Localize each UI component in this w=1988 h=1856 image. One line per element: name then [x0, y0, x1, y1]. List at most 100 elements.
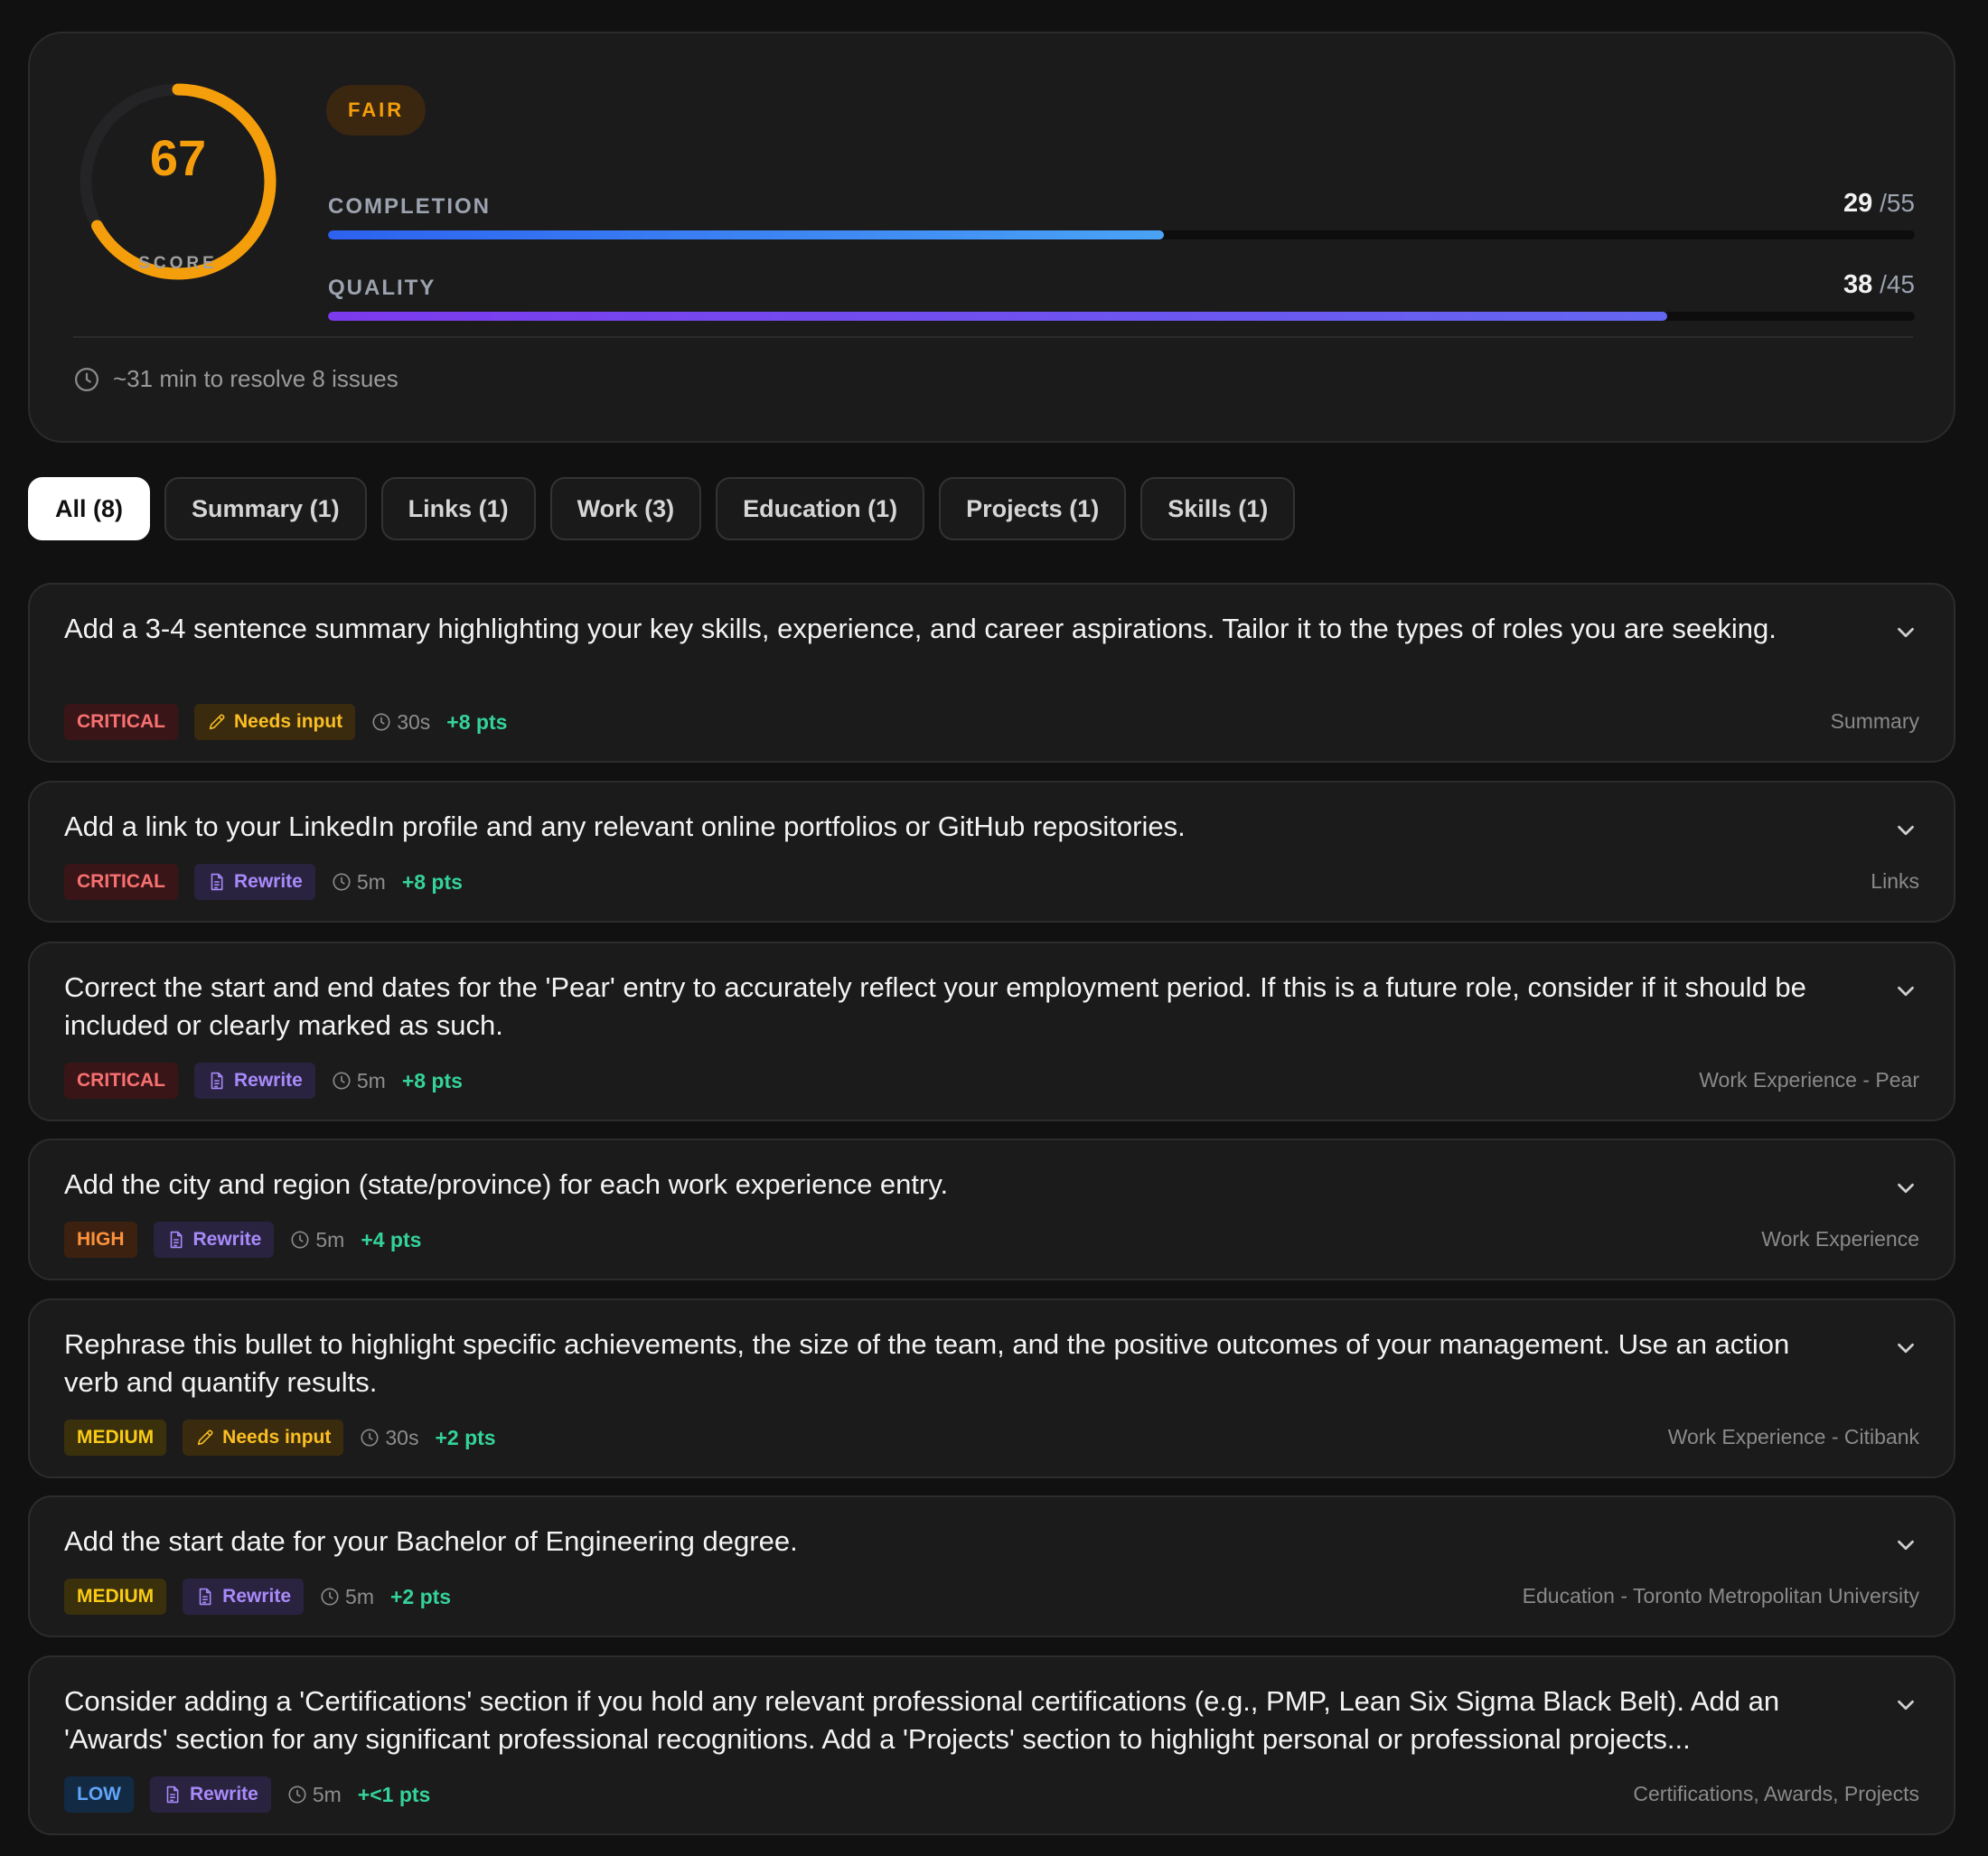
issue-text: Consider adding a 'Certifications' secti… — [64, 1685, 1780, 1755]
rewrite-badge[interactable]: Rewrite — [194, 864, 315, 900]
issue-text: Correct the start and end dates for the … — [64, 971, 1806, 1041]
completion-value: 29 /55 — [1843, 189, 1915, 218]
quality-label: QUALITY — [328, 276, 436, 300]
tab-projects[interactable]: Projects (1) — [939, 477, 1127, 540]
action-label: Rewrite — [189, 1784, 258, 1804]
quality-fill — [328, 312, 1668, 321]
completion-fill — [328, 230, 1165, 239]
chevron-down-icon — [1898, 1540, 1914, 1551]
divider — [73, 336, 1913, 338]
points-value: +2 pts — [435, 1425, 496, 1449]
section-label: Education - Toronto Metropolitan Univers… — [1522, 1584, 1919, 1608]
chevron-down-icon — [1898, 986, 1914, 997]
section-label: Work Experience - Pear — [1699, 1068, 1919, 1092]
severity-badge: MEDIUM — [64, 1579, 167, 1615]
tab-education[interactable]: Education (1) — [716, 477, 925, 540]
tab-work[interactable]: Work (3) — [549, 477, 702, 540]
resume-review-page: 67 SCORE FAIR COMPLETION 29 /55 QUALITY … — [0, 0, 1988, 1856]
chevron-down-icon — [1898, 1343, 1914, 1354]
issue-card[interactable]: Add a 3-4 sentence summary highlighting … — [28, 583, 1955, 763]
rewrite-badge[interactable]: Rewrite — [149, 1776, 271, 1813]
severity-badge: CRITICAL — [64, 864, 178, 900]
points-value: +4 pts — [361, 1227, 422, 1251]
score-card: 67 SCORE FAIR COMPLETION 29 /55 QUALITY … — [28, 32, 1955, 443]
issue-meta: CRITICAL Rewrite 5m +8 pts — [64, 1061, 463, 1101]
issue-card[interactable]: Add the start date for your Bachelor of … — [28, 1495, 1955, 1637]
quality-track — [328, 312, 1915, 321]
section-label: Certifications, Awards, Projects — [1633, 1782, 1919, 1805]
clock-icon — [321, 1588, 339, 1606]
rewrite-badge[interactable]: Rewrite — [153, 1222, 275, 1258]
issue-meta: HIGH Rewrite 5m +4 pts — [64, 1220, 421, 1260]
expand-button[interactable] — [1892, 1335, 1919, 1362]
expand-button[interactable] — [1892, 1532, 1919, 1559]
time-value: 5m — [356, 1068, 386, 1092]
severity-badge: MEDIUM — [64, 1420, 167, 1456]
issue-text: Add a 3-4 sentence summary highlighting … — [64, 613, 1777, 644]
tab-skills[interactable]: Skills (1) — [1140, 477, 1296, 540]
tab-all[interactable]: All (8) — [28, 477, 151, 540]
action-label: Rewrite — [192, 1229, 262, 1250]
tab-links[interactable]: Links (1) — [380, 477, 536, 540]
document-icon — [199, 1588, 211, 1606]
issue-card[interactable]: Add the city and region (state/province)… — [28, 1139, 1955, 1280]
score-value: 67 — [149, 129, 207, 186]
needs-input-badge[interactable]: Needs input — [183, 1420, 344, 1456]
expand-button[interactable] — [1892, 978, 1919, 1005]
issue-text: Add the start date for your Bachelor of … — [64, 1525, 798, 1557]
issue-card[interactable]: Consider adding a 'Certifications' secti… — [28, 1655, 1955, 1835]
document-icon — [211, 1072, 223, 1090]
issue-text: Add the city and region (state/province)… — [64, 1168, 949, 1200]
eta-row: ~31 min to resolve 8 issues — [73, 365, 399, 393]
needs-input-badge[interactable]: Needs input — [194, 704, 356, 740]
document-icon — [211, 873, 223, 891]
rewrite-badge[interactable]: Rewrite — [194, 1063, 315, 1099]
clock-icon — [291, 1231, 309, 1249]
time-value: 5m — [315, 1227, 345, 1251]
expand-button[interactable] — [1892, 619, 1919, 646]
grade-badge: FAIR — [326, 85, 427, 136]
time-value: 30s — [397, 709, 431, 734]
expand-button[interactable] — [1892, 817, 1919, 844]
time-estimate: 5m — [290, 1228, 344, 1252]
severity-badge: HIGH — [64, 1222, 137, 1258]
chevron-down-icon — [1898, 825, 1914, 836]
expand-button[interactable] — [1892, 1692, 1919, 1719]
issue-card[interactable]: Correct the start and end dates for the … — [28, 942, 1955, 1121]
rewrite-badge[interactable]: Rewrite — [183, 1579, 305, 1615]
issue-meta: LOW Rewrite 5m +<1 pts — [64, 1775, 430, 1814]
score-ring: 67 SCORE — [77, 80, 279, 283]
issue-text: Rephrase this bullet to highlight specif… — [64, 1328, 1790, 1398]
time-value: 5m — [312, 1782, 342, 1806]
issue-meta: MEDIUM Rewrite 5m +2 pts — [64, 1577, 451, 1617]
issue-card[interactable]: Add a link to your LinkedIn profile and … — [28, 781, 1955, 923]
tab-summary[interactable]: Summary (1) — [164, 477, 367, 540]
action-label: Rewrite — [234, 871, 303, 892]
document-icon — [166, 1786, 179, 1804]
section-label: Work Experience - Citibank — [1667, 1425, 1919, 1448]
time-estimate: 5m — [287, 1783, 342, 1807]
pencil-icon — [198, 1429, 213, 1446]
clock-icon — [75, 367, 98, 391]
pencil-icon — [209, 714, 225, 730]
time-estimate: 30s — [371, 710, 430, 735]
points-value: +8 pts — [446, 709, 508, 734]
clock-icon — [333, 1072, 351, 1090]
document-icon — [170, 1231, 182, 1249]
action-label: Rewrite — [222, 1586, 292, 1607]
time-estimate: 5m — [332, 870, 386, 895]
chevron-down-icon — [1898, 1700, 1914, 1711]
chevron-down-icon — [1898, 1183, 1914, 1194]
severity-badge: LOW — [64, 1776, 134, 1813]
clock-icon — [361, 1429, 379, 1447]
issue-card[interactable]: Rephrase this bullet to highlight specif… — [28, 1298, 1955, 1478]
action-label: Needs input — [222, 1427, 332, 1448]
filter-tabs: All (8) Summary (1) Links (1) Work (3) E… — [28, 477, 1296, 540]
expand-button[interactable] — [1892, 1175, 1919, 1202]
issue-meta: MEDIUM Needs input 30s +2 pts — [64, 1418, 496, 1458]
time-estimate: 5m — [332, 1069, 386, 1093]
points-value: +8 pts — [401, 1068, 463, 1092]
severity-badge: CRITICAL — [64, 704, 178, 740]
issue-meta: CRITICAL Needs input 30s +8 pts — [64, 702, 507, 742]
clock-icon — [372, 713, 390, 731]
